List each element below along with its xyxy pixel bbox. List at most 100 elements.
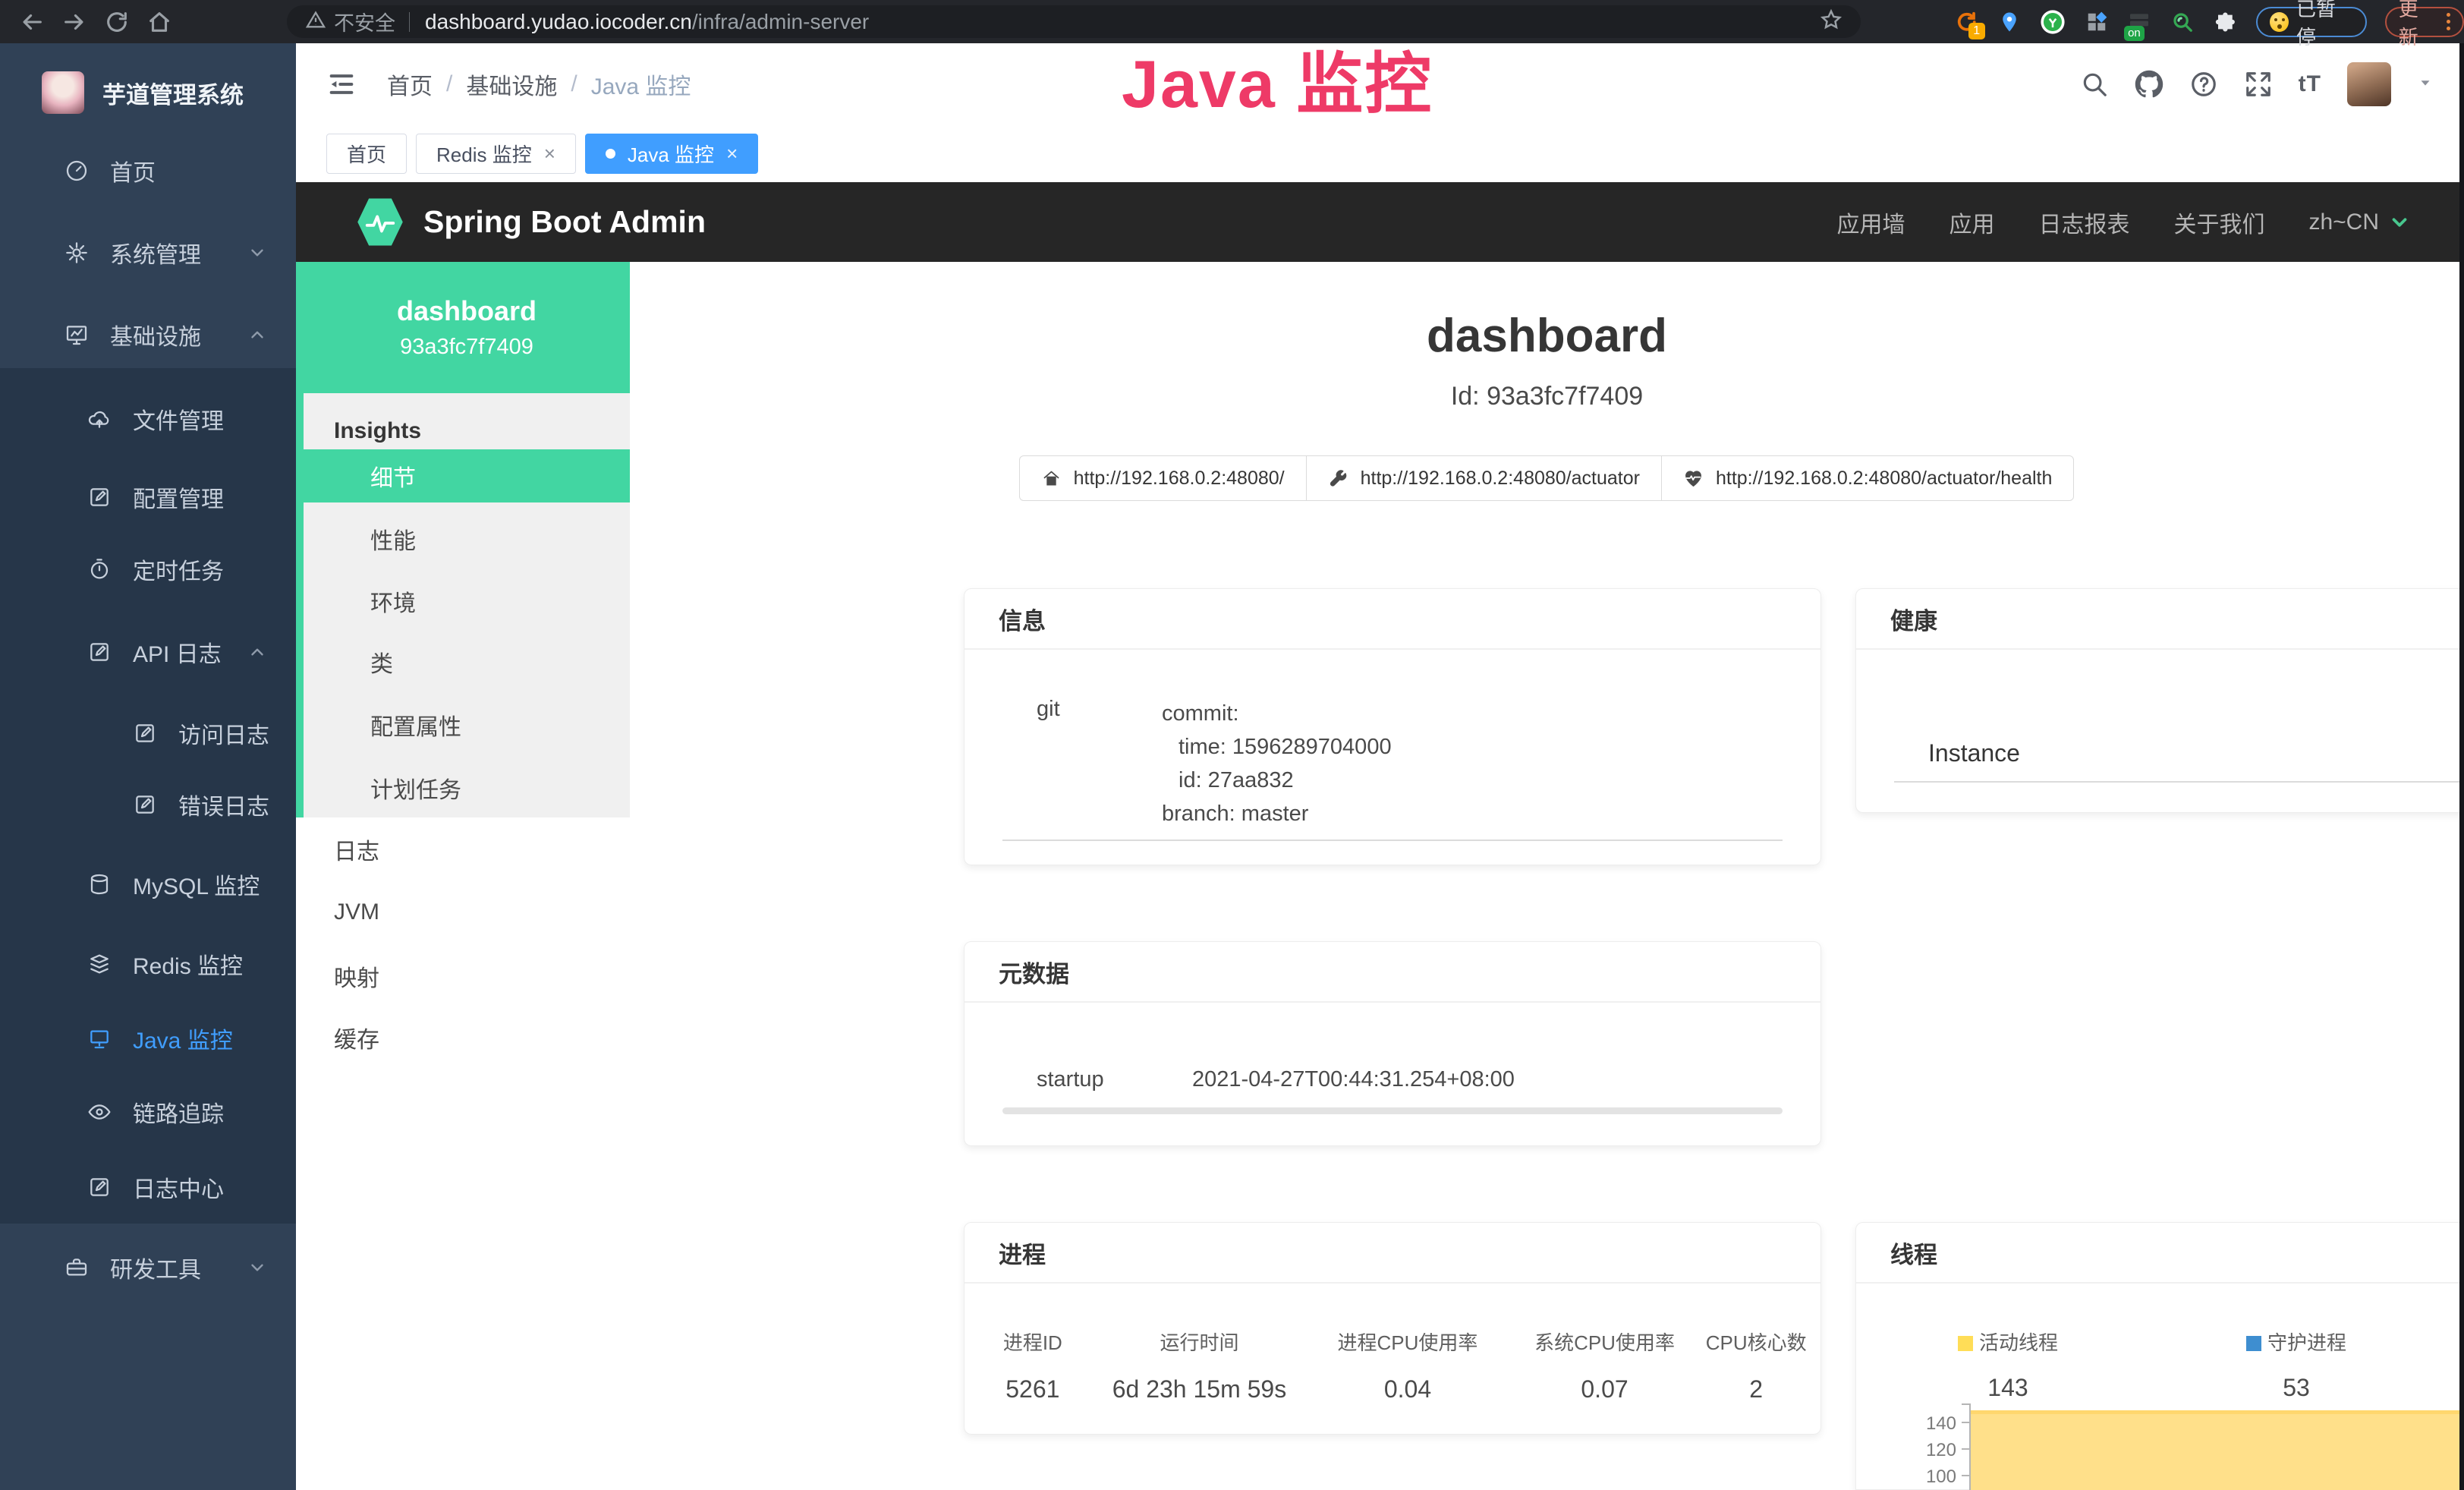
breadcrumb-home[interactable]: 首页 — [387, 68, 433, 101]
sidebar-item-mysql-monitor[interactable]: MySQL 监控 — [0, 846, 296, 922]
row-divider — [1002, 840, 1783, 841]
sidebar-item-api-logs[interactable]: API 日志 — [0, 614, 296, 690]
extension-search-icon[interactable] — [2170, 9, 2195, 35]
tab-java-monitor[interactable]: Java 监控 × — [585, 134, 758, 174]
caret-down-icon[interactable] — [2417, 74, 2434, 95]
sba-sidebar-item-classes[interactable]: 类 — [304, 635, 630, 688]
user-avatar[interactable] — [2347, 62, 2391, 106]
database-icon — [87, 872, 112, 896]
update-label: 更新 — [2399, 0, 2436, 50]
sidebar-item-system[interactable]: 系统管理 — [0, 215, 296, 291]
font-size-icon[interactable]: tT — [2299, 71, 2321, 97]
app-logo — [42, 71, 84, 114]
back-icon[interactable] — [11, 5, 53, 39]
breadcrumb-infrastructure[interactable]: 基础设施 — [466, 68, 557, 101]
sba-sidebar-item-details[interactable]: 细节 — [304, 449, 630, 502]
bookmark-star-icon[interactable] — [1820, 8, 1842, 35]
page-title: dashboard — [630, 309, 2464, 363]
update-button[interactable]: 更新 — [2385, 7, 2464, 37]
sidebar-item-access-logs[interactable]: 访问日志 — [0, 695, 296, 771]
actuator-url-button[interactable]: http://192.168.0.2:48080/actuator — [1306, 455, 1662, 501]
reload-icon[interactable] — [96, 5, 138, 39]
redis-stack-icon — [87, 952, 112, 976]
tab-home[interactable]: 首页 — [326, 134, 407, 174]
process-card-title: 进程 — [999, 1236, 1046, 1270]
instance-sidebar-header[interactable]: dashboard 93a3fc7f7409 — [304, 262, 630, 393]
sba-nav-about[interactable]: 关于我们 — [2173, 206, 2264, 239]
extension-on-icon[interactable]: on — [2127, 9, 2152, 35]
on-badge: on — [2124, 26, 2145, 41]
sidebar-item-dev-tools[interactable]: 研发工具 — [0, 1230, 296, 1306]
sidebar-item-file-management[interactable]: 文件管理 — [0, 381, 296, 457]
timer-icon — [87, 557, 112, 581]
legend-yellow-icon — [1958, 1336, 1973, 1351]
chevron-down-icon — [2388, 211, 2411, 234]
chevron-down-icon — [247, 1258, 267, 1277]
sba-sidebar-item-scheduled-tasks[interactable]: 计划任务 — [304, 761, 630, 814]
threads-stats: 活动线程 守护进程 线程峰值 143 53 147 — [1856, 1296, 2464, 1402]
java-monitor-icon — [87, 1026, 112, 1051]
log-edit-icon — [133, 721, 157, 745]
sidebar-item-scheduled-jobs[interactable]: 定时任务 — [0, 531, 296, 607]
service-url-button[interactable]: http://192.168.0.2:48080/ — [1019, 455, 1307, 501]
divider — [409, 12, 410, 32]
help-icon[interactable] — [2189, 70, 2218, 99]
sba-sidebar-item-jvm[interactable]: JVM — [304, 886, 630, 939]
sba-sidebar-item-logs[interactable]: 日志 — [304, 823, 630, 876]
active-group-strip — [296, 262, 304, 817]
sba-body: dashboard 93a3fc7f7409 Insights 细节 性能 环境… — [296, 262, 2464, 1490]
instance-url-group: http://192.168.0.2:48080/ http://192.168… — [630, 455, 2464, 501]
sidebar-item-error-logs[interactable]: 错误日志 — [0, 767, 296, 843]
daemon-threads-value: 53 — [2160, 1374, 2433, 1402]
page-instance-id: Id: 93a3fc7f7409 — [630, 382, 2464, 411]
paused-label: 已暂停 — [2296, 0, 2353, 50]
health-row-label: Instance — [1928, 739, 2020, 767]
process-table: 进程ID 运行时间 进程CPU使用率 系统CPU使用率 CPU核心数 5261 … — [965, 1296, 1820, 1403]
sidebar-item-config-management[interactable]: 配置管理 — [0, 459, 296, 535]
menu-dots-icon[interactable] — [2447, 13, 2450, 30]
sba-sidebar-item-environment[interactable]: 环境 — [304, 575, 630, 628]
extension-grid-icon[interactable] — [2084, 9, 2109, 35]
close-icon[interactable]: × — [726, 142, 738, 165]
sidebar-item-log-center[interactable]: 日志中心 — [0, 1149, 296, 1225]
tab-redis-monitor[interactable]: Redis 监控 × — [416, 134, 576, 174]
sba-sidebar-item-mappings[interactable]: 映射 — [304, 950, 630, 1003]
sidebar-item-java-monitor[interactable]: Java 监控 — [0, 1000, 296, 1076]
sba-locale-select[interactable]: zh~CN — [2308, 209, 2411, 235]
extensions-puzzle-icon[interactable] — [2213, 9, 2238, 35]
extension-sync-icon[interactable]: 1 — [1954, 9, 1979, 35]
extension-pin-icon[interactable] — [1997, 9, 2022, 35]
sidebar-item-redis-monitor[interactable]: Redis 监控 — [0, 926, 296, 1002]
extension-green-circle-icon[interactable] — [2040, 9, 2066, 35]
home-icon[interactable] — [138, 5, 181, 39]
table-scrollbar[interactable] — [1002, 1107, 1783, 1114]
forward-icon[interactable] — [53, 5, 96, 39]
fullscreen-icon[interactable] — [2244, 70, 2273, 99]
sba-navbar: Spring Boot Admin 应用墙 应用 日志报表 关于我们 zh~CN — [296, 182, 2464, 262]
sidebar-item-infrastructure[interactable]: 基础设施 — [0, 297, 296, 373]
paused-badge[interactable]: 已暂停 — [2256, 7, 2367, 37]
tags-view-bar: 首页 Redis 监控 × Java 监控 × — [296, 125, 2464, 182]
sba-sidebar-item-config-props[interactable]: 配置属性 — [304, 698, 630, 751]
collapse-sidebar-icon[interactable] — [326, 69, 357, 99]
sba-nav-journal[interactable]: 日志报表 — [2038, 206, 2129, 239]
window-edge — [2459, 43, 2464, 1490]
gear-icon — [65, 241, 89, 265]
search-icon[interactable] — [2080, 70, 2109, 99]
sba-sidebar-item-caches[interactable]: 缓存 — [304, 1011, 630, 1064]
screen: 不安全 dashboard.yudao.iocoder.cn /infra/ad… — [0, 0, 2464, 1490]
sidebar-item-home[interactable]: 首页 — [0, 133, 296, 209]
sba-nav-wallboard[interactable]: 应用墙 — [1836, 206, 1905, 239]
sba-sidebar-item-metrics[interactable]: 性能 — [304, 512, 630, 565]
health-url-button[interactable]: http://192.168.0.2:48080/actuator/health — [1661, 455, 2074, 501]
close-icon[interactable]: × — [544, 142, 555, 165]
threads-card-title: 线程 — [1890, 1236, 1937, 1270]
metadata-row-value: 2021-04-27T00:44:31.254+08:00 — [1192, 1067, 1515, 1092]
sidebar-item-tracing[interactable]: 链路追踪 — [0, 1074, 296, 1150]
sba-nav-applications[interactable]: 应用 — [1949, 206, 1994, 239]
metadata-card: 元数据 startup 2021-04-27T00:44:31.254+08:0… — [964, 941, 1821, 1146]
github-icon[interactable] — [2135, 70, 2163, 99]
address-bar[interactable]: 不安全 dashboard.yudao.iocoder.cn /infra/ad… — [287, 5, 1861, 38]
breadcrumb: 首页 / 基础设施 / Java 监控 — [387, 68, 691, 101]
row-divider — [1894, 781, 2464, 783]
